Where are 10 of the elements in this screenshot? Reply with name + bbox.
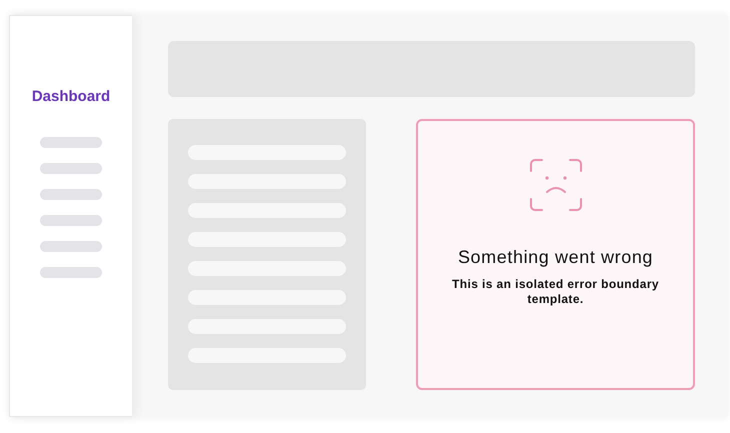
skeleton-line [40,267,102,278]
error-title: Something went wrong [458,247,654,268]
skeleton-line [40,241,102,252]
sad-face-icon [530,159,582,211]
sidebar-title: Dashboard [32,88,110,105]
skeleton-line [40,137,102,148]
skeleton-line [40,189,102,200]
error-message: This is an isolated error boundary template. [451,277,660,307]
skeleton-line [40,215,102,226]
skeleton-line [40,163,102,174]
